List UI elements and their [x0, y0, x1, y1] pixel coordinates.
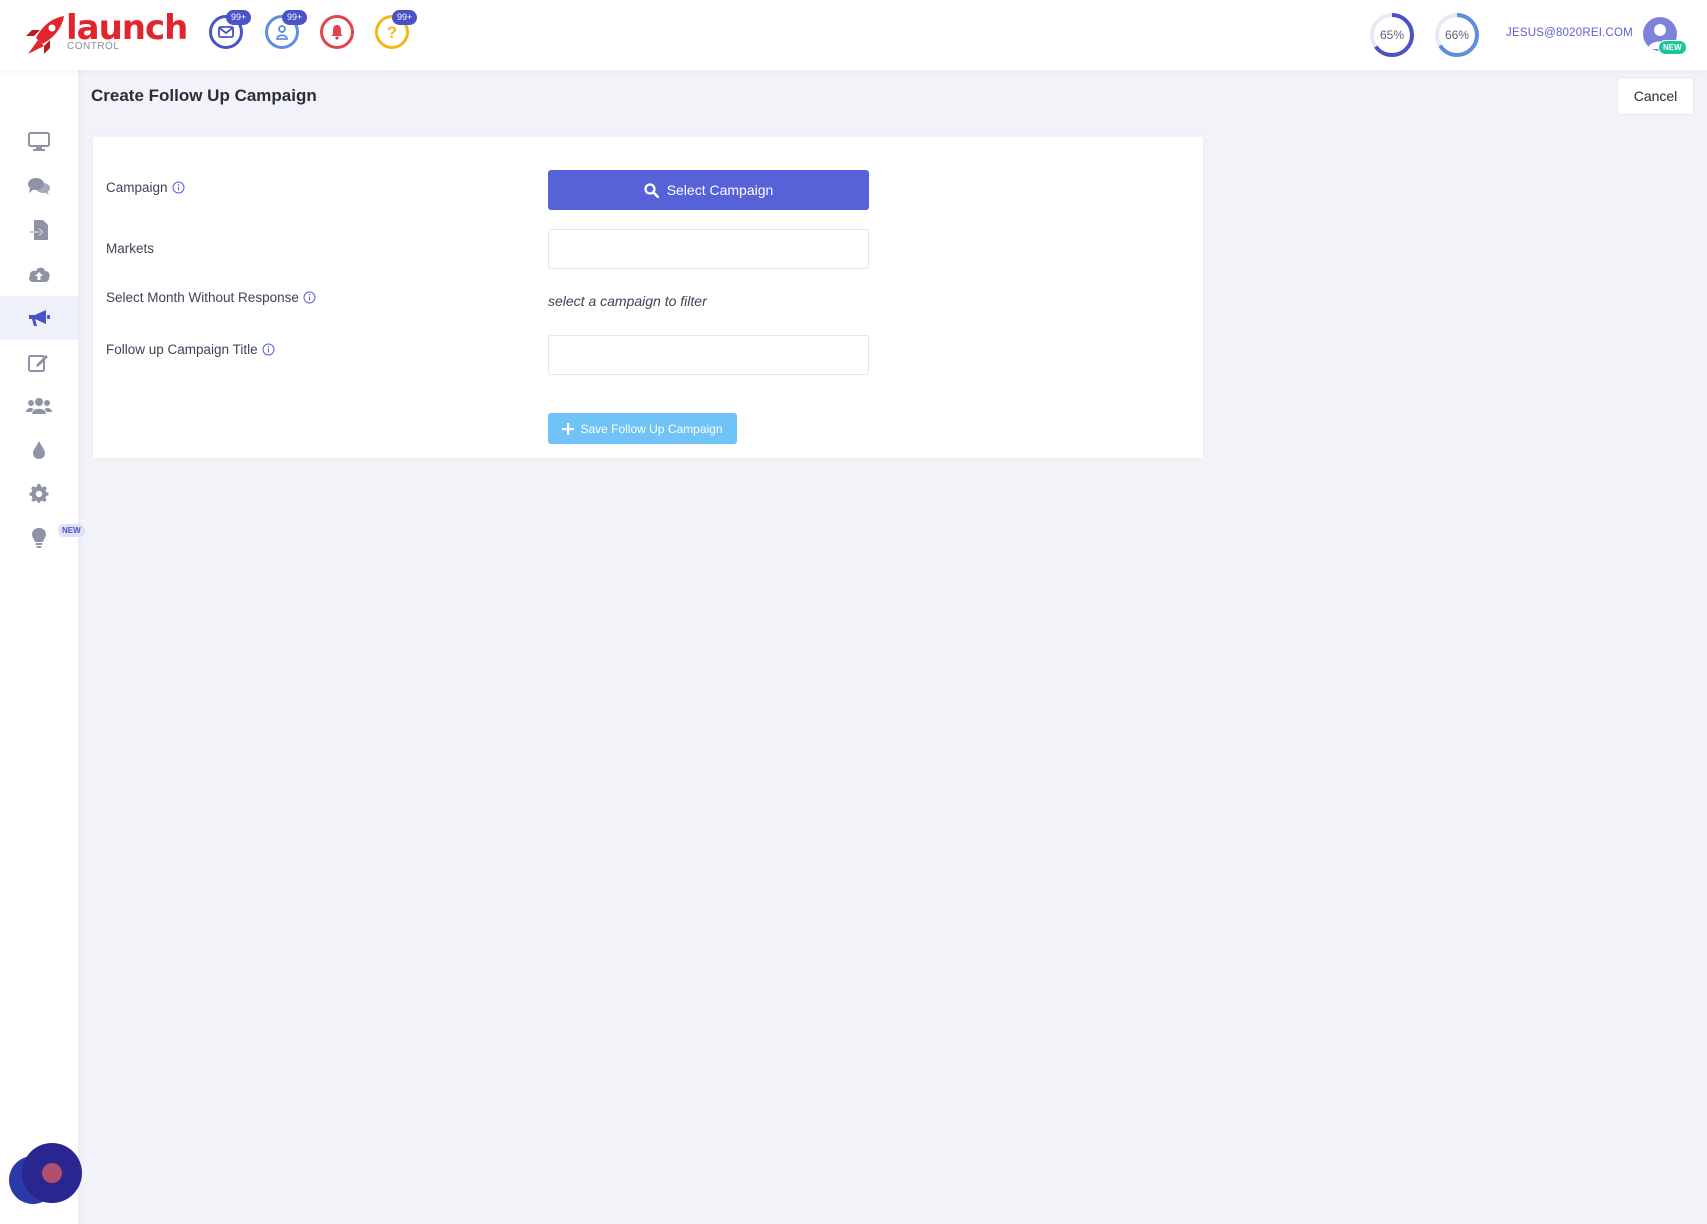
mail-badge: 99+	[226, 10, 252, 25]
save-follow-up-button[interactable]: Save Follow Up Campaign	[548, 413, 737, 444]
info-icon[interactable]	[172, 181, 185, 194]
campaign-label-text: Campaign	[106, 180, 168, 195]
sidebar-item-dashboard[interactable]	[0, 120, 78, 164]
mail-button[interactable]: 99+	[209, 10, 252, 49]
ideas-wrapper: NEW	[17, 523, 85, 553]
title-label-text: Follow up Campaign Title	[106, 342, 258, 357]
cloud-upload-icon	[29, 267, 50, 282]
help-icon: ?	[386, 22, 398, 42]
monitor-icon	[28, 132, 50, 151]
sidebar-item-templates[interactable]	[0, 340, 78, 384]
megaphone-icon	[29, 310, 50, 326]
logo-subtitle: CONTROL	[67, 41, 120, 52]
progress-ring-1-label: 65%	[1379, 28, 1405, 42]
month-label-text: Select Month Without Response	[106, 290, 299, 305]
select-campaign-button[interactable]: Select Campaign	[548, 170, 869, 210]
month-hint-text: select a campaign to filter	[548, 293, 707, 309]
sidebar-item-messages[interactable]	[0, 164, 78, 208]
edit-icon	[28, 355, 48, 372]
sidebar-item-ideas[interactable]: NEW	[0, 516, 85, 560]
info-icon[interactable]	[303, 291, 316, 304]
sidebar-item-import[interactable]	[0, 208, 78, 252]
user-email[interactable]: JESUS@8020REI.COM	[1506, 27, 1633, 39]
chat-widget-button[interactable]	[22, 1143, 82, 1203]
lightbulb-icon	[32, 528, 46, 548]
cancel-button[interactable]: Cancel	[1617, 77, 1694, 115]
campaign-title-input[interactable]	[548, 335, 869, 375]
title-field-label: Follow up Campaign Title	[106, 342, 275, 357]
progress-ring-2-label: 66%	[1444, 28, 1470, 42]
contacts-button[interactable]: 99+	[265, 10, 308, 49]
month-field-label: Select Month Without Response	[106, 290, 316, 305]
info-icon[interactable]	[262, 343, 275, 356]
save-follow-up-label: Save Follow Up Campaign	[580, 421, 723, 436]
sidebar-item-settings[interactable]	[0, 472, 78, 516]
file-import-icon	[29, 220, 48, 240]
top-header: launch CONTROL 99+ 99+ ? 99+ 65% 66% JES…	[0, 0, 1707, 70]
sidebar-item-users[interactable]	[0, 384, 78, 428]
user-icon	[276, 25, 288, 40]
chat-icon	[28, 178, 50, 195]
page-title: Create Follow Up Campaign	[91, 86, 317, 105]
progress-ring-2[interactable]: 66%	[1433, 11, 1481, 59]
rocket-logo-icon	[26, 16, 64, 54]
ideas-new-badge: NEW	[58, 524, 85, 537]
mail-icon	[218, 26, 234, 38]
campaign-field-label: Campaign	[106, 180, 185, 195]
logo[interactable]: launch CONTROL	[24, 8, 188, 56]
sidebar-item-drip[interactable]	[0, 428, 78, 472]
follow-up-form-card: Campaign Select Campaign Markets Select …	[93, 137, 1203, 458]
gear-icon	[29, 484, 49, 503]
chat-widget-dot	[42, 1163, 62, 1183]
sidebar-item-upload[interactable]	[0, 252, 78, 296]
sidebar: NEW	[0, 70, 85, 1224]
notifications-button[interactable]	[320, 15, 354, 49]
drop-icon	[33, 441, 45, 459]
markets-field-label: Markets	[106, 241, 154, 256]
help-badge: 99+	[392, 10, 418, 25]
search-icon	[644, 182, 659, 198]
contacts-badge: 99+	[282, 10, 308, 25]
bell-icon	[331, 25, 343, 40]
plus-icon	[562, 422, 575, 435]
markets-input[interactable]	[548, 229, 869, 269]
select-campaign-label: Select Campaign	[666, 182, 774, 198]
help-button[interactable]: ? 99+	[375, 10, 418, 49]
progress-ring-1[interactable]: 65%	[1368, 11, 1416, 59]
avatar-new-badge: NEW	[1658, 40, 1687, 55]
sidebar-item-campaigns[interactable]	[0, 296, 78, 340]
users-icon	[26, 398, 52, 414]
markets-label-text: Markets	[106, 241, 155, 256]
